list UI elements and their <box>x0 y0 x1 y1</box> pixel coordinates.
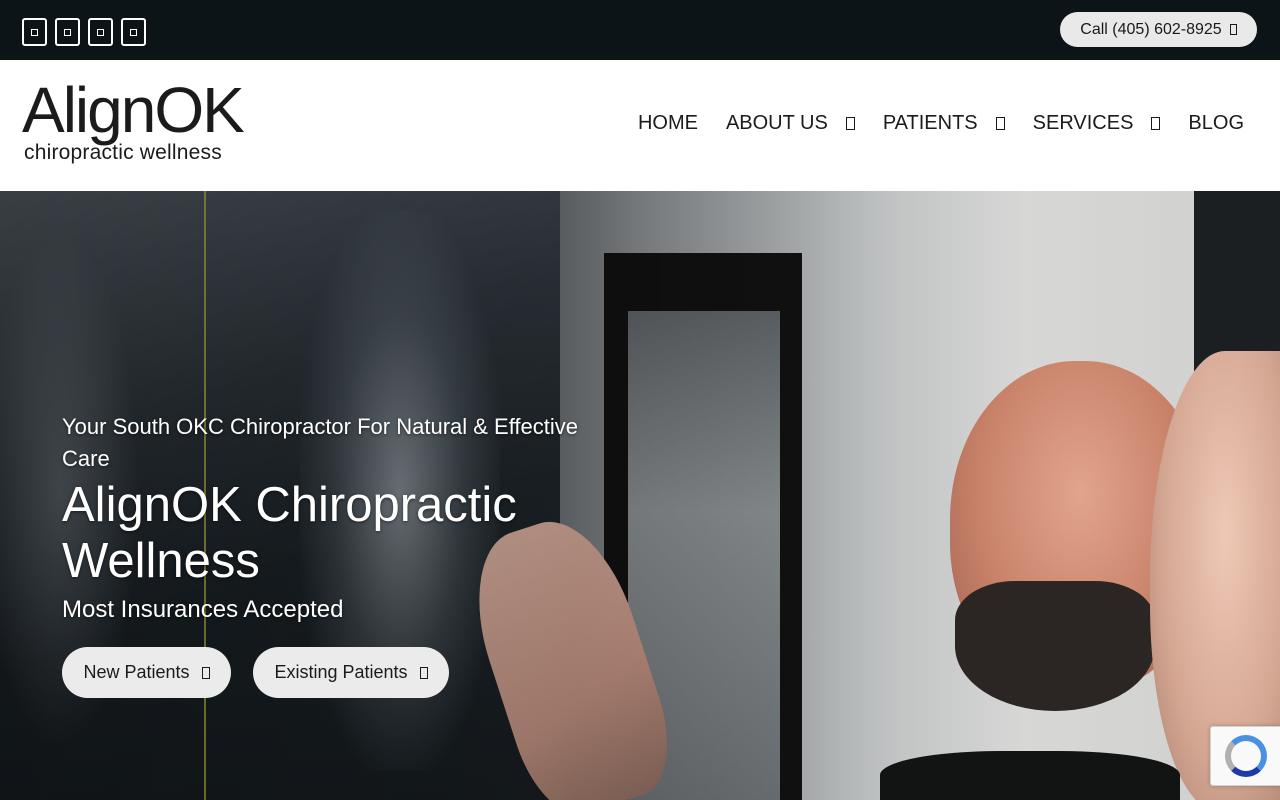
chevron-down-icon[interactable] <box>995 117 1005 130</box>
nav-item-home[interactable]: HOME <box>638 112 698 135</box>
social-links <box>22 18 146 46</box>
logo[interactable]: AlignOK chiropractic wellness <box>22 74 245 164</box>
top-bar: Call (405) 602-8925 <box>0 0 1280 60</box>
recaptcha-badge[interactable] <box>1210 726 1280 786</box>
site-header: AlignOK chiropractic wellness HOME ABOUT… <box>0 60 1280 191</box>
logo-tagline: chiropractic wellness <box>24 141 222 164</box>
nav-item-label: ABOUT US <box>725 112 828 134</box>
social-icon-2[interactable] <box>55 18 80 46</box>
nav-item-label: SERVICES <box>1032 112 1134 134</box>
new-patients-label: New Patients <box>83 662 190 682</box>
nav-item-about-us[interactable]: ABOUT US <box>726 112 855 135</box>
call-button[interactable]: Call (405) 602-8925 <box>1060 12 1257 47</box>
social-glyph-icon <box>64 28 71 36</box>
nav-item-label: BLOG <box>1188 112 1244 134</box>
chevron-down-icon[interactable] <box>845 117 855 130</box>
existing-patients-label: Existing Patients <box>274 662 408 682</box>
nav-item-label: HOME <box>637 112 698 134</box>
hero-title: AlignOK Chiropractic Wellness <box>62 478 517 588</box>
hero-content: Your South OKC Chiropractor For Natural … <box>62 411 602 698</box>
new-patients-button[interactable]: New Patients <box>62 647 231 698</box>
nav-item-label: PATIENTS <box>882 112 978 134</box>
hero-tagline: Your South OKC Chiropractor For Natural … <box>62 414 579 471</box>
recaptcha-icon <box>1224 735 1267 777</box>
social-glyph-icon <box>31 28 38 36</box>
nav-item-services[interactable]: SERVICES <box>1033 112 1161 135</box>
arrow-right-icon <box>419 666 428 679</box>
chevron-down-icon[interactable] <box>1151 117 1161 130</box>
social-glyph-icon <box>130 28 137 36</box>
social-icon-4[interactable] <box>121 18 146 46</box>
call-button-label: Call (405) 602-8925 <box>1080 20 1222 38</box>
hero-buttons: New Patients Existing Patients <box>62 647 602 698</box>
social-icon-3[interactable] <box>88 18 113 46</box>
social-icon-1[interactable] <box>22 18 47 46</box>
nav-item-blog[interactable]: BLOG <box>1188 112 1244 135</box>
arrow-right-icon <box>201 666 210 679</box>
phone-icon <box>1229 24 1237 35</box>
logo-wordmark: AlignOK <box>22 74 245 146</box>
main-nav: HOME ABOUT US PATIENTS SERVICES BLOG <box>638 112 1244 135</box>
nav-item-patients[interactable]: PATIENTS <box>883 112 1005 135</box>
hero-subtitle: Most Insurances Accepted <box>62 596 344 623</box>
social-glyph-icon <box>97 28 104 36</box>
hero-section: Your South OKC Chiropractor For Natural … <box>0 191 1280 800</box>
existing-patients-button[interactable]: Existing Patients <box>253 647 449 698</box>
